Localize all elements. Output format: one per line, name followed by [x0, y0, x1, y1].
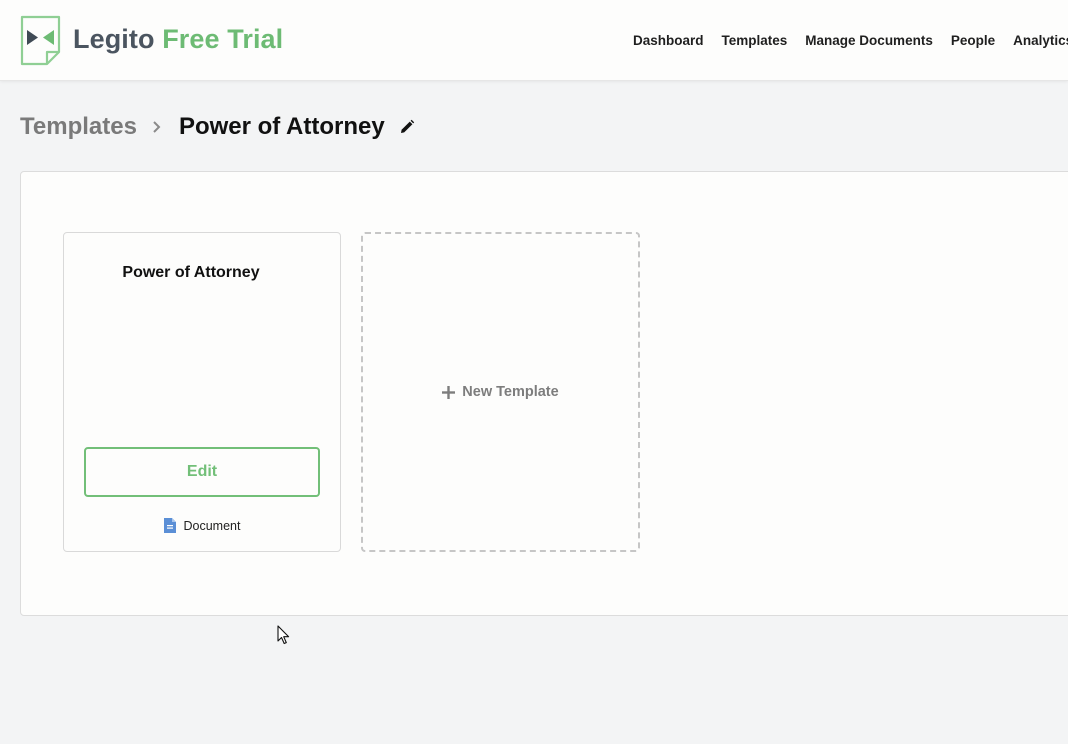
- edit-button[interactable]: Edit: [84, 447, 320, 497]
- logo-brand: Legito: [73, 24, 155, 54]
- document-icon: [163, 518, 176, 533]
- legito-logo-icon[interactable]: [20, 15, 61, 66]
- new-template-button[interactable]: New Template: [442, 384, 559, 400]
- new-template-label: New Template: [462, 384, 559, 400]
- nav-templates[interactable]: Templates: [722, 33, 788, 48]
- template-type-label: Document: [183, 518, 241, 533]
- template-type: Document: [64, 518, 340, 533]
- nav-dashboard[interactable]: Dashboard: [633, 33, 704, 48]
- new-template-card[interactable]: New Template: [361, 232, 640, 552]
- top-navbar: Legito Free Trial Dashboard Templates Ma…: [0, 0, 1068, 81]
- template-card-title: Power of Attorney: [122, 264, 260, 281]
- logo-trial: Free Trial: [162, 24, 284, 54]
- nav-people[interactable]: People: [951, 33, 995, 48]
- breadcrumb: Templates Power of Attorney: [20, 112, 415, 142]
- nav-manage-documents[interactable]: Manage Documents: [805, 33, 933, 48]
- page-title: Power of Attorney: [178, 113, 385, 140]
- app-logo-text[interactable]: Legito Free Trial: [73, 24, 283, 55]
- plus-icon: [442, 385, 456, 399]
- breadcrumb-templates-link[interactable]: Templates: [20, 113, 137, 141]
- mouse-cursor-icon: [277, 625, 290, 645]
- chevron-right-icon: [153, 121, 161, 133]
- main-nav: Dashboard Templates Manage Documents Peo…: [633, 33, 1068, 48]
- template-card[interactable]: Power of Attorney Edit Document: [63, 232, 341, 552]
- pencil-icon[interactable]: [399, 119, 415, 135]
- nav-analytics[interactable]: Analytics: [1013, 33, 1068, 48]
